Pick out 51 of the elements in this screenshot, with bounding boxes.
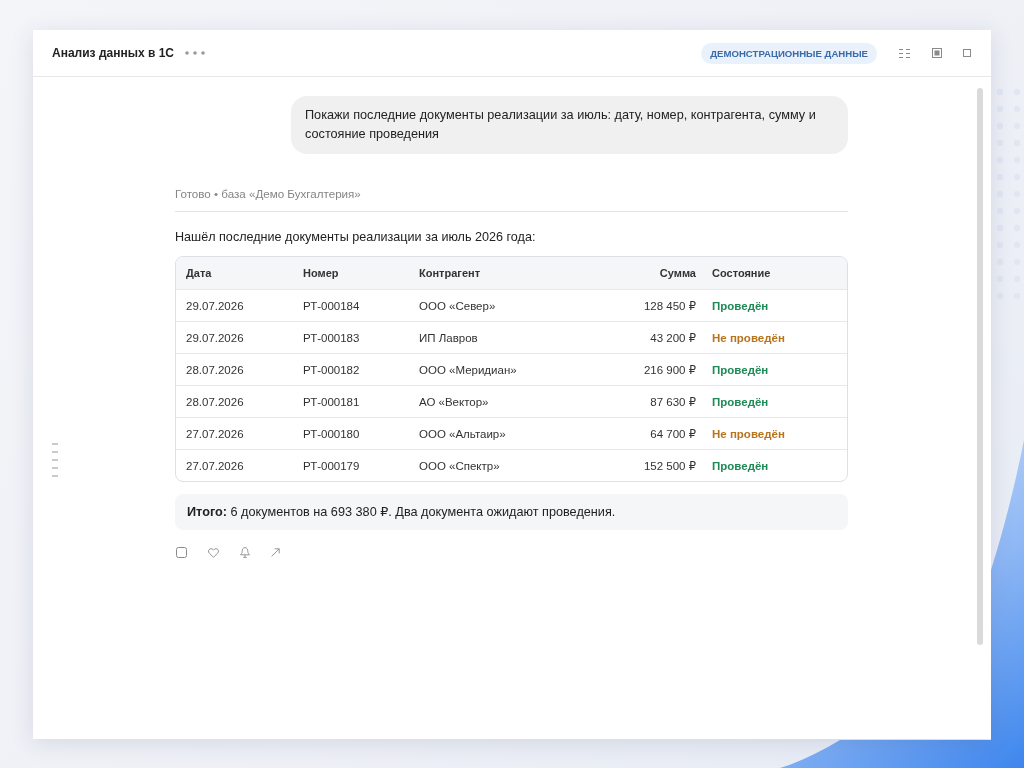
table-cell: РТ-000183 bbox=[303, 331, 360, 344]
frame-icon[interactable] bbox=[932, 48, 942, 58]
copy-icon[interactable] bbox=[176, 547, 187, 558]
table-cell: ИП Лавров bbox=[419, 331, 478, 344]
column-header[interactable]: Дата bbox=[186, 267, 212, 279]
table-cell: РТ-000180 bbox=[303, 427, 360, 440]
table-cell: 128 450 ₽ bbox=[643, 298, 696, 313]
table-cell: 27.07.2026 bbox=[186, 459, 244, 472]
table-cell: 216 900 ₽ bbox=[643, 362, 696, 377]
table-cell: Не проведён bbox=[712, 427, 785, 440]
bell-icon[interactable] bbox=[240, 547, 250, 558]
table-cell: АО «Вектор» bbox=[419, 395, 489, 408]
heart-icon[interactable] bbox=[208, 547, 219, 558]
scrollbar-thumb[interactable] bbox=[977, 88, 983, 645]
table-cell: РТ-000182 bbox=[303, 363, 360, 376]
table-cell: 43 200 ₽ bbox=[650, 330, 696, 345]
table-cell: Не проведён bbox=[712, 331, 785, 344]
list-icon[interactable] bbox=[899, 48, 910, 58]
window-title: Анализ данных в 1С bbox=[52, 46, 174, 60]
status-text: Готово • база «Демо Бухгалтерия» bbox=[175, 187, 361, 200]
table-cell: 28.07.2026 bbox=[186, 363, 244, 376]
table-cell: 27.07.2026 bbox=[186, 427, 244, 440]
maximize-icon[interactable] bbox=[963, 49, 971, 57]
table-cell: ООО «Альтаир» bbox=[419, 427, 506, 440]
table-cell: Проведён bbox=[712, 395, 769, 408]
table-cell: РТ-000179 bbox=[303, 459, 360, 472]
table-cell: 87 630 ₽ bbox=[650, 394, 696, 409]
arrow-icon[interactable] bbox=[271, 548, 280, 557]
demo-data-badge: ДЕМОНСТРАЦИОННЫЕ ДАННЫЕ bbox=[701, 42, 877, 64]
user-message: Покажи последние документы реализации за июль: дату, номер, контрагента, сумму и состояние проведения bbox=[291, 96, 848, 154]
table-cell: 29.07.2026 bbox=[186, 299, 244, 312]
table-cell: 152 500 ₽ bbox=[643, 458, 696, 473]
table-cell: 64 700 ₽ bbox=[650, 426, 696, 441]
table-cell: ООО «Север» bbox=[419, 299, 496, 312]
table-cell: 29.07.2026 bbox=[186, 331, 244, 344]
intro-text: Нашёл последние документы реализации за июль 2026 года: bbox=[175, 229, 536, 246]
column-header[interactable]: Контрагент bbox=[419, 267, 481, 279]
summary-panel: Итого: 6 документов на 693 380 ₽. Два документа ожидают проведения. bbox=[175, 494, 848, 530]
table-cell: РТ-000184 bbox=[303, 299, 360, 312]
column-header[interactable]: Номер bbox=[303, 267, 339, 279]
column-header[interactable]: Сумма bbox=[659, 267, 696, 279]
table-cell: Проведён bbox=[712, 299, 769, 312]
more-icon[interactable] bbox=[185, 51, 205, 55]
table-cell: 28.07.2026 bbox=[186, 395, 244, 408]
column-header[interactable]: Состояние bbox=[712, 267, 771, 279]
table-cell: ООО «Спектр» bbox=[419, 459, 500, 472]
table-cell: Проведён bbox=[712, 459, 769, 472]
drag-handle-icon[interactable] bbox=[52, 443, 58, 477]
table-cell: РТ-000181 bbox=[303, 395, 360, 408]
table-cell: Проведён bbox=[712, 363, 769, 376]
table-cell: ООО «Меридиан» bbox=[419, 363, 517, 376]
